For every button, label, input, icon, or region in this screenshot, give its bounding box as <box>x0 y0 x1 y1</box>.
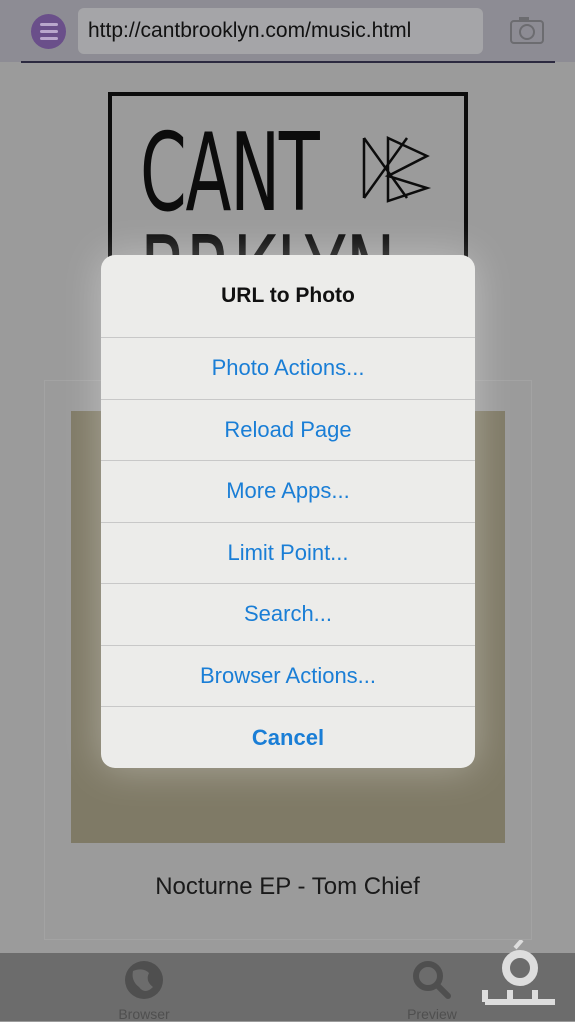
limit-point-option[interactable]: Limit Point... <box>101 523 475 584</box>
divider <box>21 61 555 63</box>
hamburger-icon <box>39 23 58 26</box>
photo-actions-option[interactable]: Photo Actions... <box>101 338 475 400</box>
album-caption: Nocturne EP - Tom Chief <box>155 873 420 900</box>
camera-icon[interactable] <box>510 16 544 44</box>
top-bar: http://cantbrooklyn.com/music.html <box>0 0 575 62</box>
search-icon <box>413 961 451 999</box>
menu-button[interactable] <box>31 14 66 49</box>
watermark-logo <box>482 940 555 1005</box>
browser-actions-option[interactable]: Browser Actions... <box>101 646 475 707</box>
action-sheet: URL to Photo Photo Actions... Reload Pag… <box>101 255 475 768</box>
globe-icon <box>125 961 163 999</box>
more-apps-option[interactable]: More Apps... <box>101 461 475 523</box>
url-field[interactable]: http://cantbrooklyn.com/music.html <box>78 8 483 54</box>
search-option[interactable]: Search... <box>101 584 475 646</box>
tab-browser[interactable]: Browser <box>104 953 184 1022</box>
tab-preview[interactable]: Preview <box>392 953 472 1022</box>
cancel-button[interactable]: Cancel <box>101 707 475 768</box>
dialog-title: URL to Photo <box>101 255 475 338</box>
reload-page-option[interactable]: Reload Page <box>101 400 475 461</box>
logo-symbol-icon <box>362 136 432 203</box>
